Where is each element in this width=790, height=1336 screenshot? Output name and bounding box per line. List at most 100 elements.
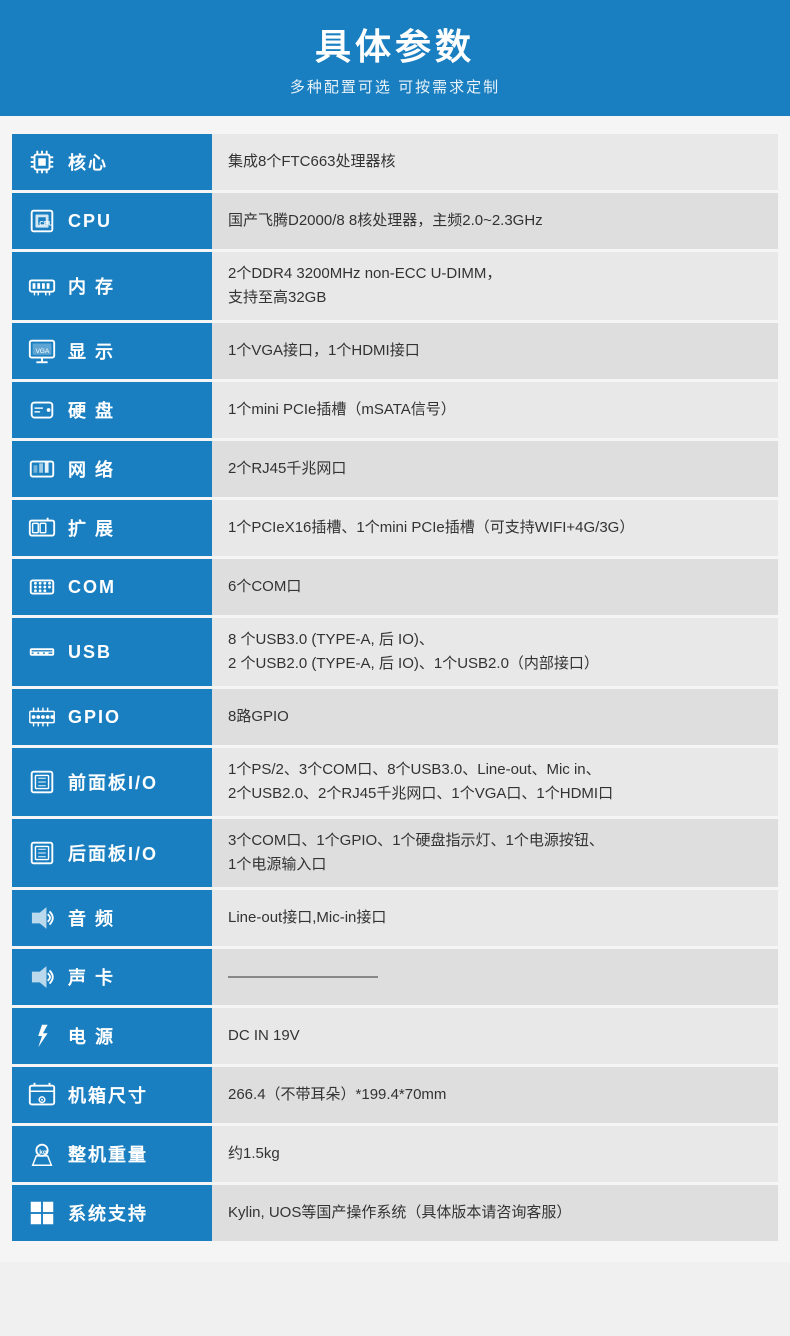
- spec-row-hdd: 硬 盘 1个mini PCIe插槽（mSATA信号）: [12, 382, 778, 438]
- spec-value-usb: 8 个USB3.0 (TYPE-A, 后 IO)、2 个USB2.0 (TYPE…: [212, 618, 778, 686]
- spec-label-core: 核心: [12, 134, 212, 190]
- svg-text:VGA: VGA: [35, 348, 49, 355]
- case-size-icon: [24, 1077, 60, 1113]
- svg-text:kg: kg: [39, 1149, 47, 1156]
- spec-row-front-io: 前面板I/O 1个PS/2、3个COM口、8个USB3.0、Line-out、M…: [12, 748, 778, 816]
- ram-icon: [24, 268, 60, 304]
- spec-value-os: Kylin, UOS等国产操作系统（具体版本请咨询客服）: [212, 1185, 778, 1241]
- spec-value-rear-io: 3个COM口、1个GPIO、1个硬盘指示灯、1个电源按钮、1个电源输入口: [212, 819, 778, 887]
- spec-value-inner-sound: ——————————: [228, 965, 762, 989]
- spec-label-text-weight: 整机重量: [68, 1141, 148, 1167]
- spec-label-display: VGA 显 示: [12, 323, 212, 379]
- spec-value-inner-case: 266.4（不带耳朵）*199.4*70mm: [228, 1083, 762, 1107]
- spec-value-inner-os: Kylin, UOS等国产操作系统（具体版本请咨询客服）: [228, 1201, 762, 1225]
- spec-label-os: 系统支持: [12, 1185, 212, 1241]
- spec-label-text-gpio: GPIO: [68, 707, 121, 728]
- spec-row-rear-io: 后面板I/O 3个COM口、1个GPIO、1个硬盘指示灯、1个电源按钮、1个电源…: [12, 819, 778, 887]
- spec-label-text-display: 显 示: [68, 338, 115, 364]
- spec-value-audio: Line-out接口,Mic-in接口: [212, 890, 778, 946]
- spec-row-network: 网 络 2个RJ45千兆网口: [12, 441, 778, 497]
- spec-label-front-io: 前面板I/O: [12, 748, 212, 816]
- spec-value-core: 集成8个FTC663处理器核: [212, 134, 778, 190]
- display-icon: VGA: [24, 333, 60, 369]
- spec-label-rear-io: 后面板I/O: [12, 819, 212, 887]
- page-subtitle: 多种配置可选 可按需求定制: [20, 76, 770, 97]
- power-icon: [24, 1018, 60, 1054]
- spec-value-inner-rear-io: 3个COM口、1个GPIO、1个硬盘指示灯、1个电源按钮、1个电源输入口: [228, 829, 762, 877]
- spec-row-case: 机箱尺寸 266.4（不带耳朵）*199.4*70mm: [12, 1067, 778, 1123]
- spec-row-audio: 音 频 Line-out接口,Mic-in接口: [12, 890, 778, 946]
- spec-label-text-audio: 音 频: [68, 905, 115, 931]
- spec-value-inner-ram: 2个DDR4 3200MHz non-ECC U-DIMM，支持至高32GB: [228, 262, 762, 310]
- spec-label-power: 电 源: [12, 1008, 212, 1064]
- page-title: 具体参数: [20, 18, 770, 70]
- com-icon: [24, 569, 60, 605]
- spec-value-power: DC IN 19V: [212, 1008, 778, 1064]
- spec-value-network: 2个RJ45千兆网口: [212, 441, 778, 497]
- spec-label-gpio: GPIO: [12, 689, 212, 745]
- spec-label-sound: 声 卡: [12, 949, 212, 1005]
- spec-value-inner-expand: 1个PCIeX16插槽、1个mini PCIe插槽（可支持WIFI+4G/3G）: [228, 516, 762, 540]
- spec-label-ram: 内 存: [12, 252, 212, 320]
- cpu-chip-icon: [24, 144, 60, 180]
- spec-value-cpu: 国产飞腾D2000/8 8核处理器，主频2.0~2.3GHz: [212, 193, 778, 249]
- spec-value-front-io: 1个PS/2、3个COM口、8个USB3.0、Line-out、Mic in、2…: [212, 748, 778, 816]
- gpio-icon: [24, 699, 60, 735]
- spec-label-text-sound: 声 卡: [68, 964, 115, 990]
- spec-label-text-usb: USB: [68, 642, 112, 663]
- spec-row-core: 核心 集成8个FTC663处理器核: [12, 134, 778, 190]
- spec-label-cpu: CPU CPU: [12, 193, 212, 249]
- spec-row-expand: 扩 展 1个PCIeX16插槽、1个mini PCIe插槽（可支持WIFI+4G…: [12, 500, 778, 556]
- hdd-icon: [24, 392, 60, 428]
- spec-value-com: 6个COM口: [212, 559, 778, 615]
- spec-row-gpio: GPIO 8路GPIO: [12, 689, 778, 745]
- spec-value-hdd: 1个mini PCIe插槽（mSATA信号）: [212, 382, 778, 438]
- spec-label-text-ram: 内 存: [68, 273, 115, 299]
- network-icon: [24, 451, 60, 487]
- spec-value-case: 266.4（不带耳朵）*199.4*70mm: [212, 1067, 778, 1123]
- spec-label-text-power: 电 源: [68, 1023, 115, 1049]
- spec-value-sound: ——————————: [212, 949, 778, 1005]
- svg-text:CPU: CPU: [39, 221, 53, 228]
- spec-row-cpu: CPU CPU 国产飞腾D2000/8 8核处理器，主频2.0~2.3GHz: [12, 193, 778, 249]
- sound-card-icon: [24, 959, 60, 995]
- spec-row-usb: USB 8 个USB3.0 (TYPE-A, 后 IO)、2 个USB2.0 (…: [12, 618, 778, 686]
- spec-row-com: COM 6个COM口: [12, 559, 778, 615]
- spec-label-expand: 扩 展: [12, 500, 212, 556]
- spec-label-audio: 音 频: [12, 890, 212, 946]
- spec-value-gpio: 8路GPIO: [212, 689, 778, 745]
- cpu-icon: CPU: [24, 203, 60, 239]
- spec-value-inner-display: 1个VGA接口，1个HDMI接口: [228, 339, 762, 363]
- spec-row-sound: 声 卡 ——————————: [12, 949, 778, 1005]
- front-panel-icon: [24, 764, 60, 800]
- spec-label-text-expand: 扩 展: [68, 515, 115, 541]
- spec-row-power: 电 源 DC IN 19V: [12, 1008, 778, 1064]
- usb-icon: [24, 634, 60, 670]
- spec-label-text-case: 机箱尺寸: [68, 1082, 148, 1108]
- spec-value-inner-cpu: 国产飞腾D2000/8 8核处理器，主频2.0~2.3GHz: [228, 209, 762, 233]
- spec-row-weight: kg 整机重量 约1.5kg: [12, 1126, 778, 1182]
- spec-value-inner-gpio: 8路GPIO: [228, 705, 762, 729]
- expand-icon: [24, 510, 60, 546]
- spec-value-inner-network: 2个RJ45千兆网口: [228, 457, 762, 481]
- spec-value-inner-hdd: 1个mini PCIe插槽（mSATA信号）: [228, 398, 762, 422]
- spec-label-text-os: 系统支持: [68, 1200, 148, 1226]
- spec-row-display: VGA 显 示 1个VGA接口，1个HDMI接口: [12, 323, 778, 379]
- os-icon: [24, 1195, 60, 1231]
- spec-value-ram: 2个DDR4 3200MHz non-ECC U-DIMM，支持至高32GB: [212, 252, 778, 320]
- spec-label-text-rear-io: 后面板I/O: [68, 840, 158, 866]
- spec-value-expand: 1个PCIeX16插槽、1个mini PCIe插槽（可支持WIFI+4G/3G）: [212, 500, 778, 556]
- spec-label-network: 网 络: [12, 441, 212, 497]
- spec-row-ram: 内 存 2个DDR4 3200MHz non-ECC U-DIMM，支持至高32…: [12, 252, 778, 320]
- spec-label-text-front-io: 前面板I/O: [68, 769, 158, 795]
- rear-panel-icon: [24, 835, 60, 871]
- spec-label-text-core: 核心: [68, 149, 108, 175]
- page-header: 具体参数 多种配置可选 可按需求定制: [0, 0, 790, 113]
- spec-row-os: 系统支持 Kylin, UOS等国产操作系统（具体版本请咨询客服）: [12, 1185, 778, 1241]
- spec-label-com: COM: [12, 559, 212, 615]
- spec-value-inner-core: 集成8个FTC663处理器核: [228, 150, 762, 174]
- spec-value-weight: 约1.5kg: [212, 1126, 778, 1182]
- spec-value-inner-com: 6个COM口: [228, 575, 762, 599]
- spec-value-inner-front-io: 1个PS/2、3个COM口、8个USB3.0、Line-out、Mic in、2…: [228, 758, 762, 806]
- weight-icon: kg: [24, 1136, 60, 1172]
